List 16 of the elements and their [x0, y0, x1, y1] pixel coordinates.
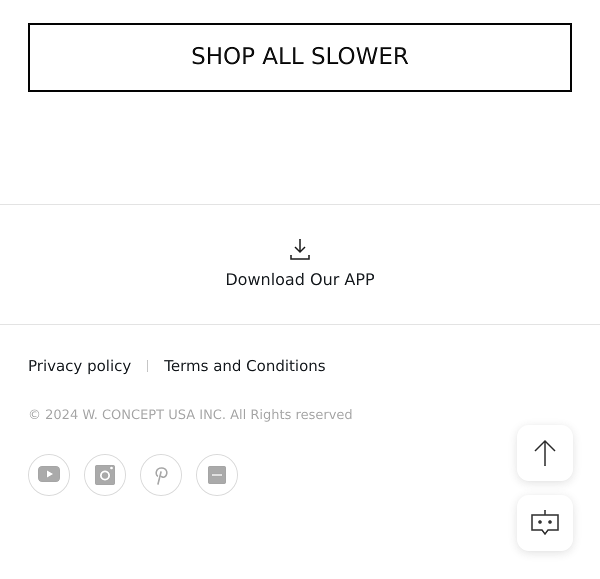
- chat-button[interactable]: [517, 495, 573, 551]
- social-link[interactable]: [140, 454, 182, 496]
- social-link[interactable]: [196, 454, 238, 496]
- download-app-link[interactable]: Download Our APP: [225, 268, 375, 292]
- scroll-to-top-button[interactable]: [517, 425, 573, 481]
- social-link[interactable]: [84, 454, 126, 496]
- download-icon[interactable]: [290, 238, 310, 260]
- robot-icon: [530, 508, 560, 538]
- up-arrow-icon: [533, 439, 557, 467]
- app-icon: [205, 463, 229, 487]
- shop-all-button[interactable]: SHOP ALL SLOWER: [28, 23, 572, 92]
- footer-link[interactable]: Privacy policy: [28, 355, 132, 378]
- footer-link[interactable]: Terms and Conditions: [164, 355, 326, 378]
- instagram-icon: [93, 463, 117, 487]
- copyright-text: © 2024 W. CONCEPT USA INC. All Rights reserved: [27, 406, 354, 424]
- social-link[interactable]: [28, 454, 70, 496]
